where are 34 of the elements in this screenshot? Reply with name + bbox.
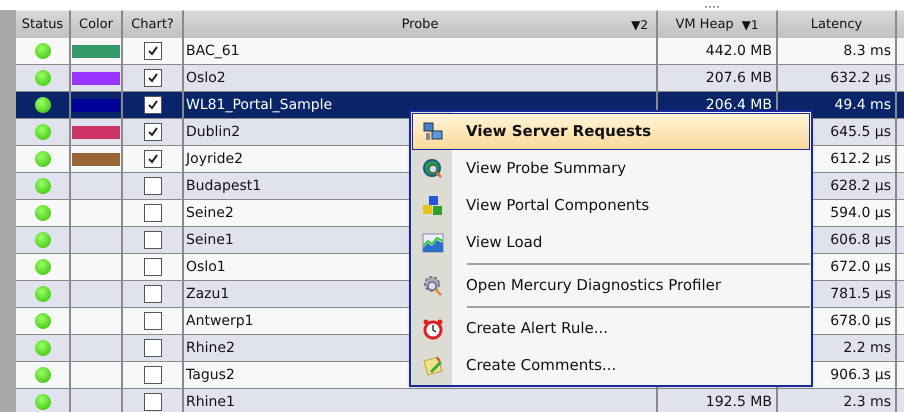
table-cell-text: Oslo1 [186, 258, 226, 276]
table-cell-text: Seine1 [186, 230, 234, 250]
table-cell-text: 606.8 µs [830, 230, 891, 250]
table-cell-text: 645.5 µs [830, 122, 891, 142]
table-cell-text: Rhine1 [186, 392, 235, 412]
table-cell-text: Dublin2 [186, 122, 240, 142]
table-cell-text: Oslo2 [186, 68, 226, 88]
table-cell-text: 781.5 µs [830, 284, 891, 304]
table-cell-text: 594.0 µs [830, 204, 891, 222]
table-cell-text: 2.2 ms [843, 338, 891, 358]
table-cell-text: 206.4 MB [706, 96, 772, 114]
table-cell-text: Rhine2 [186, 338, 235, 358]
table-cell-text: 678.0 µs [830, 312, 891, 330]
table-cell-text: 672.0 µs [830, 258, 891, 276]
table-cell-text: 906.3 µs [830, 366, 891, 384]
sort-indicator: ▼1 [742, 16, 759, 34]
table-cell-text: 628.2 µs [830, 176, 891, 196]
table-cell-text: 632.2 µs [830, 68, 891, 88]
table-cell-text: Joyride2 [186, 150, 244, 168]
table-cell-text: Tagus2 [186, 366, 235, 384]
table-cell-text: Antwerp1 [186, 312, 254, 330]
sort-indicator: ▼2 [631, 16, 648, 34]
table-cell-text: 442.0 MB [706, 42, 772, 60]
table-cell-text: Zazu1 [186, 284, 230, 304]
table-cell-text: 207.6 MB [706, 68, 772, 88]
table-cell-text: 8.3 ms [843, 42, 891, 60]
table-cell-text: 612.2 µs [830, 150, 891, 168]
table-cell-text: WL81_Portal_Sample [186, 96, 332, 114]
table-cell-text: Seine2 [186, 204, 234, 222]
table-cell-text: 49.4 ms [834, 96, 891, 114]
table-cell-text: 192.5 MB [706, 392, 772, 412]
table-cell-text: BAC_61 [186, 42, 240, 60]
table-cell-text: Budapest1 [186, 176, 262, 196]
table-cell-text: 2.3 ms [843, 392, 891, 412]
